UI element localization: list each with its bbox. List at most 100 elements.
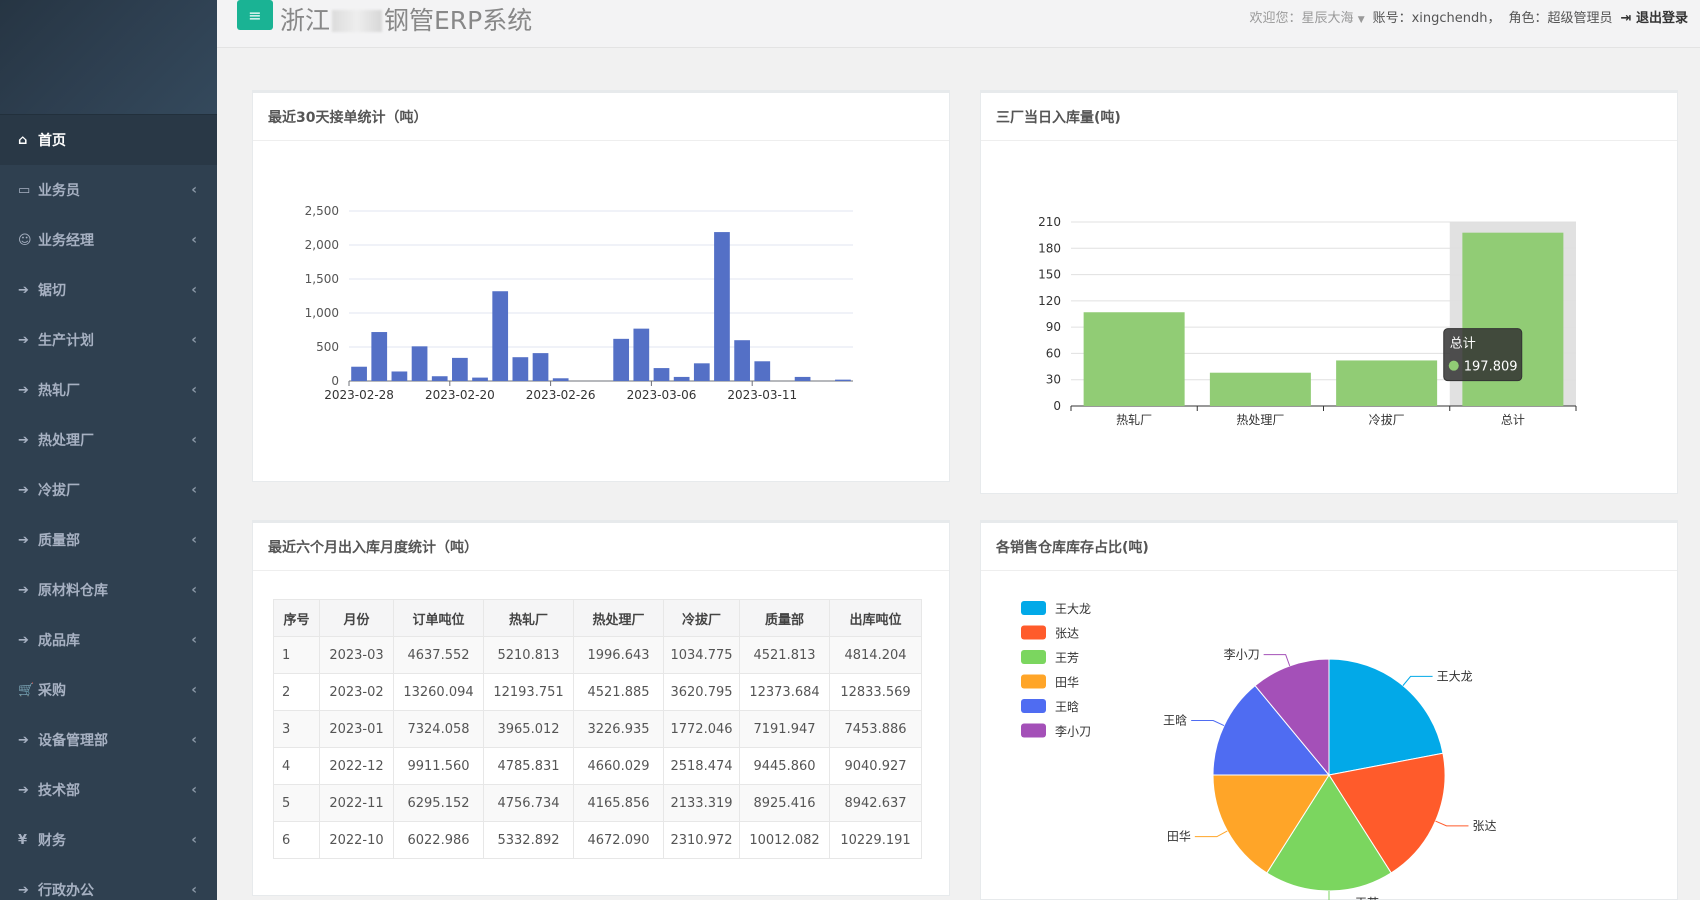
pie-label: 王芳 (1355, 896, 1379, 900)
table-cell: 2310.972 (663, 821, 740, 859)
sidebar-item-8[interactable]: ➔ 质量部 ‹ (0, 515, 217, 565)
chevron-left-icon: ‹ (191, 182, 197, 198)
pie-label: 王大龙 (1437, 669, 1473, 683)
order-bar[interactable] (714, 232, 730, 381)
legend-swatch[interactable] (1021, 625, 1046, 640)
order-bar[interactable] (532, 353, 549, 381)
sidebar-item-9[interactable]: ➔ 原材料仓库 ‹ (0, 565, 217, 615)
order-bar[interactable] (835, 379, 851, 381)
arrow-right-icon: ➔ (18, 482, 29, 498)
table-cell: 2518.474 (663, 747, 740, 785)
warehouse-bar[interactable] (1083, 312, 1185, 406)
table-cell: 2022-12 (319, 747, 394, 785)
legend-label[interactable]: 张达 (1055, 627, 1079, 641)
order-bar[interactable] (492, 291, 509, 381)
table-row: 1 2023-03 4637.552 5210.813 1996.643 1034.775… (273, 636, 922, 674)
logout-button[interactable]: ⇥ 退出登录 (1621, 7, 1688, 26)
table-cell: 10229.191 (829, 821, 922, 859)
sidebar-item-14[interactable]: ¥ 财务 ‹ (0, 815, 217, 865)
user-dropdown[interactable]: 星辰大海 ▼ (1302, 7, 1365, 26)
table-cell: 3226.935 (573, 710, 664, 748)
table-cell: 4521.885 (573, 673, 664, 711)
table-cell: 2 (273, 673, 320, 711)
table-cell: 7453.886 (829, 710, 922, 748)
tooltip-value: 197.809 (1464, 360, 1518, 375)
legend-swatch[interactable] (1021, 723, 1046, 738)
sidebar-item-13[interactable]: ➔ 技术部 ‹ (0, 765, 217, 815)
order-bar[interactable] (613, 338, 630, 381)
monthly-panel: 最近六个月出入库月度统计（吨） 序号 月份 订单吨位 热轧厂 热处理厂 冷拔厂 质量部 出库吨… (252, 520, 950, 896)
arrow-right-icon: ➔ (18, 282, 29, 298)
chevron-left-icon: ‹ (191, 782, 197, 798)
warehouse-bar[interactable] (1209, 372, 1311, 406)
order-bar[interactable] (512, 357, 529, 381)
arrow-right-icon: ➔ (18, 532, 29, 548)
order-bar[interactable] (472, 377, 488, 381)
sidebar-item-label: 锯切 (38, 283, 66, 299)
legend-swatch[interactable] (1021, 650, 1046, 664)
x-tick-label: 2023-02-26 (526, 388, 596, 402)
x-tick-label: 2023-02-20 (425, 388, 495, 402)
chevron-left-icon: ‹ (191, 532, 197, 548)
sidebar-item-10[interactable]: ➔ 成品库 ‹ (0, 615, 217, 665)
chevron-left-icon: ‹ (191, 432, 197, 448)
order-bar[interactable] (794, 376, 811, 381)
order-bar[interactable] (633, 328, 650, 381)
sidebar-item-11[interactable]: 🛒 采购 ‹ (0, 665, 217, 715)
y-tick-label: 0 (1053, 399, 1061, 413)
sidebar-item-12[interactable]: ➔ 设备管理部 ‹ (0, 715, 217, 765)
chevron-left-icon: ‹ (191, 682, 197, 698)
legend-swatch[interactable] (1021, 674, 1046, 689)
table-header-cell: 热处理厂 (573, 599, 664, 637)
order-bar[interactable] (653, 368, 670, 381)
sidebar-item-6[interactable]: ➔ 热处理厂 ‹ (0, 415, 217, 465)
table-cell: 5210.813 (483, 636, 574, 674)
legend-label[interactable]: 王晗 (1055, 699, 1079, 714)
x-tick-label: 2023-02-28 (324, 388, 394, 402)
order-bar[interactable] (693, 363, 710, 381)
order-bar[interactable] (391, 371, 408, 381)
table-body: 1 2023-03 4637.552 5210.813 1996.643 1034.775… (273, 636, 922, 859)
order-bar[interactable] (673, 376, 690, 381)
legend-label[interactable]: 田华 (1055, 676, 1079, 690)
table-cell: 12833.569 (829, 673, 922, 711)
legend-swatch[interactable] (1021, 601, 1046, 615)
order-bar[interactable] (734, 340, 750, 381)
pie-label: 王晗 (1163, 713, 1187, 728)
yen-icon: ¥ (18, 832, 28, 848)
x-tick-label: 2023-03-06 (627, 388, 697, 402)
order-bar[interactable] (452, 357, 468, 381)
order-bar[interactable] (351, 366, 367, 381)
order-bar[interactable] (411, 346, 428, 381)
legend-swatch[interactable] (1021, 699, 1046, 713)
order-bar[interactable] (371, 332, 388, 381)
table-cell: 6 (273, 821, 320, 859)
sidebar-item-0[interactable]: ⌂ 首页 (0, 115, 217, 165)
cart-icon: 🛒 (18, 682, 35, 698)
y-tick-label: 0 (331, 374, 339, 388)
sidebar-item-3[interactable]: ➔ 锯切 ‹ (0, 265, 217, 315)
sidebar-item-2[interactable]: ☺ 业务经理 ‹ (0, 215, 217, 265)
top-header: ≡ 浙江 钢管ERP系统 欢迎您： 星辰大海 ▼ 账号：xingchendh， 角… (217, 0, 1700, 48)
legend-label[interactable]: 李小刀 (1055, 724, 1091, 739)
y-tick-label: 180 (1038, 241, 1061, 255)
tooltip-marker (1448, 360, 1459, 371)
sidebar-item-7[interactable]: ➔ 冷拔厂 ‹ (0, 465, 217, 515)
table-cell: 9445.860 (739, 747, 830, 785)
sidebar-item-15[interactable]: ➔ 行政办公 ‹ (0, 865, 217, 900)
menu-toggle-button[interactable]: ≡ (237, 0, 273, 30)
sidebar-item-4[interactable]: ➔ 生产计划 ‹ (0, 315, 217, 365)
order-bar[interactable] (552, 378, 569, 381)
pie-label-line (1435, 820, 1469, 827)
x-category-label: 冷拔厂 (1369, 412, 1405, 427)
sidebar-item-label: 采购 (38, 683, 66, 699)
legend-label[interactable]: 王大龙 (1055, 602, 1091, 616)
table-cell: 8925.416 (739, 784, 830, 822)
warehouse-bar[interactable] (1336, 360, 1438, 406)
order-bar[interactable] (431, 376, 448, 381)
sidebar-item-5[interactable]: ➔ 热轧厂 ‹ (0, 365, 217, 415)
legend-label[interactable]: 王芳 (1055, 651, 1079, 665)
sidebar-item-1[interactable]: ▭ 业务员 ‹ (0, 165, 217, 215)
order-bar[interactable] (754, 361, 771, 381)
sidebar-item-label: 业务员 (38, 183, 80, 199)
